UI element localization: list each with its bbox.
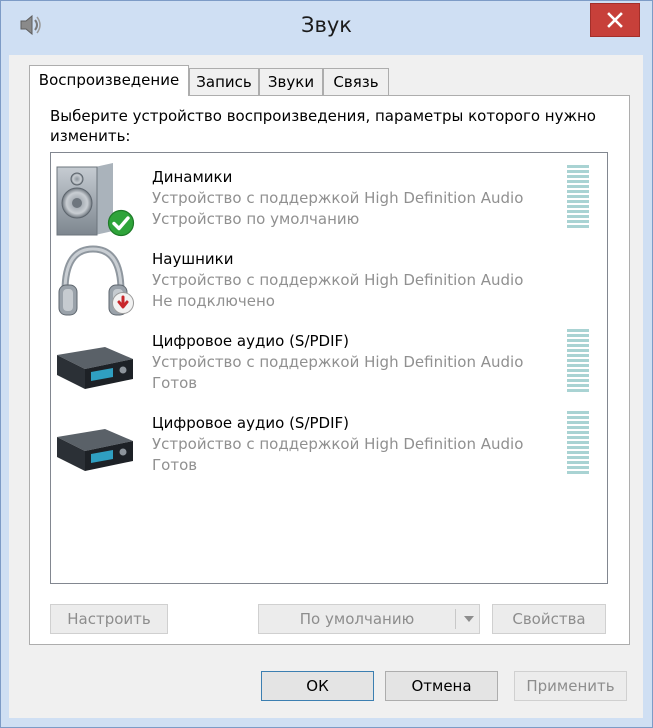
device-item-digital-audio-1[interactable]: Цифровое аудио (S/PDIF) Устройство с под… [51,319,605,401]
playback-tab-panel: Выберите устройство воспроизведения, пар… [29,95,630,645]
tab-communications[interactable]: Связь [323,68,389,95]
device-status: Устройство по умолчанию [152,210,360,228]
close-icon [607,12,623,28]
configure-button[interactable]: Настроить [50,604,168,634]
device-item-speakers[interactable]: Динамики Устройство с поддержкой High De… [51,155,605,237]
digital-audio-device-icon [53,325,137,405]
tab-playback[interactable]: Воспроизведение [29,65,189,96]
device-item-digital-audio-2[interactable]: Цифровое аудио (S/PDIF) Устройство с под… [51,401,605,483]
device-status: Не подключено [152,292,275,310]
level-meter [567,329,589,393]
level-meter [567,411,589,475]
close-button[interactable] [590,3,640,37]
cancel-button[interactable]: Отмена [385,671,498,701]
tab-sounds[interactable]: Звуки [259,68,323,95]
set-default-label: По умолчанию [299,610,415,628]
apply-button[interactable]: Применить [514,671,627,701]
disconnected-badge [111,291,135,315]
device-status: Готов [152,374,198,392]
device-description: Устройство с поддержкой High Definition … [152,353,524,371]
device-description: Устройство с поддержкой High Definition … [152,435,524,453]
tab-recording[interactable]: Запись [189,68,259,95]
device-name: Наушники [152,250,234,268]
dialog-client-area: Воспроизведение Запись Звуки Связь Выбер… [9,55,643,718]
title-bar[interactable]: Звук [1,1,652,55]
sound-dialog: Звук Воспроизведение Запись Звуки Связь … [0,0,653,728]
split-divider [455,609,456,629]
device-name: Цифровое аудио (S/PDIF) [152,414,349,432]
device-description: Устройство с поддержкой High Definition … [152,271,524,289]
window-title: Звук [301,13,352,37]
device-item-headphones[interactable]: Наушники Устройство с поддержкой High De… [51,237,605,319]
digital-audio-device-icon [53,407,137,487]
playback-device-list[interactable]: Динамики Устройство с поддержкой High De… [50,152,608,584]
device-status: Готов [152,456,198,474]
chevron-down-icon[interactable] [459,605,479,633]
device-description: Устройство с поддержкой High Definition … [152,189,524,207]
set-default-split-button[interactable]: По умолчанию [258,604,480,634]
level-meter [567,165,589,229]
properties-button[interactable]: Свойства [492,604,606,634]
instruction-text: Выберите устройство воспроизведения, пар… [50,107,596,145]
device-name: Динамики [152,168,233,186]
device-name: Цифровое аудио (S/PDIF) [152,332,349,350]
default-check-badge [107,209,135,237]
ok-button[interactable]: ОК [261,671,374,701]
